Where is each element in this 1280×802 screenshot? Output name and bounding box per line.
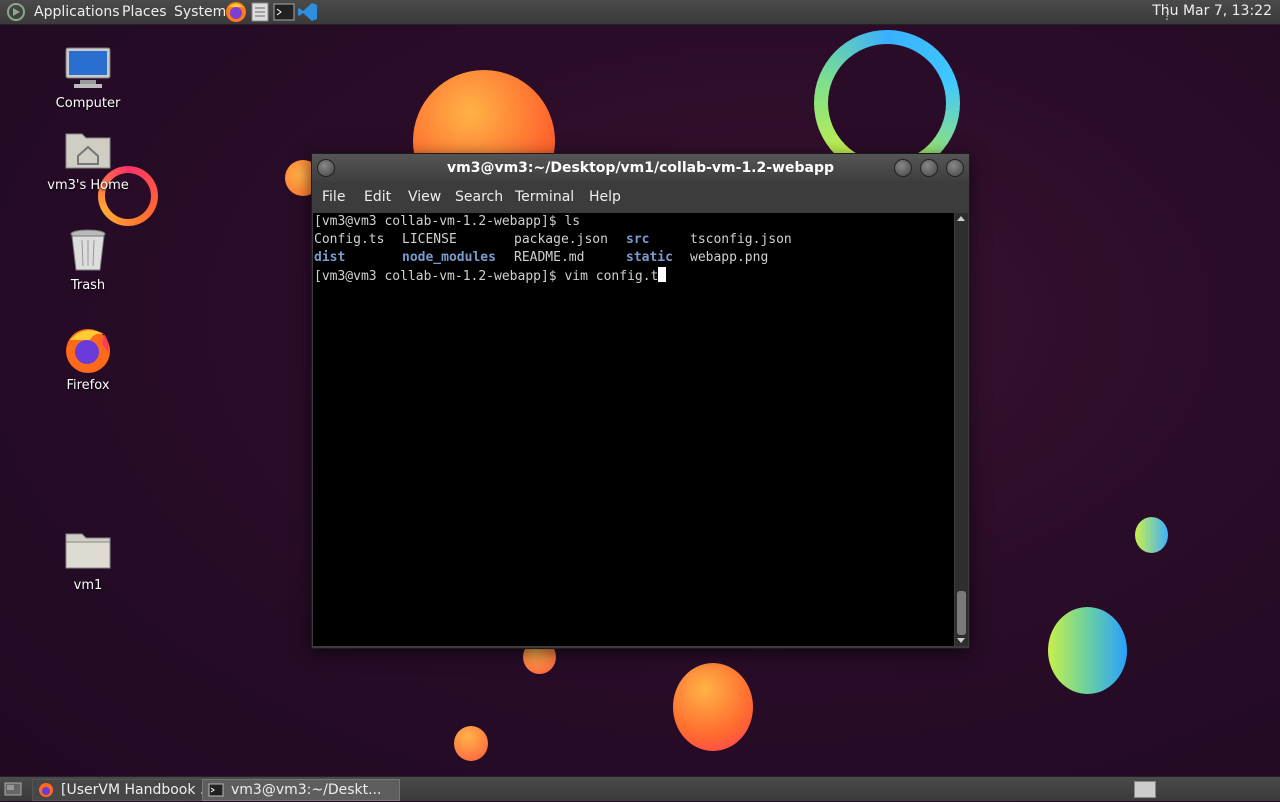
window-menu-button[interactable] — [317, 159, 335, 177]
taskbar-item-label: vm3@vm3:~/Deskt... — [231, 782, 382, 798]
distro-logo-icon[interactable] — [6, 2, 26, 22]
desktop-icon-label: vm1 — [73, 578, 103, 593]
wallpaper-orange-oval — [673, 663, 753, 751]
menu-view[interactable]: View — [408, 189, 441, 205]
desktop-icon-vm1[interactable]: vm1 — [38, 526, 138, 593]
desktop-icon-label: Firefox — [66, 378, 110, 393]
firefox-launcher-icon[interactable] — [225, 1, 247, 23]
trash-icon — [64, 226, 112, 274]
minimize-button[interactable] — [894, 159, 912, 177]
text-cursor — [658, 267, 667, 282]
terminal-scrollbar[interactable] — [955, 213, 968, 646]
window-title: vm3@vm3:~/Desktop/vm1/collab-vm-1.2-weba… — [447, 160, 834, 176]
ls-entry-file: README.md — [514, 250, 585, 265]
menu-terminal[interactable]: Terminal — [515, 189, 574, 205]
terminal-output[interactable]: [vm3@vm3 collab-vm-1.2-webapp]$ ls Confi… — [313, 213, 954, 646]
text-editor-launcher-icon[interactable] — [249, 1, 271, 23]
menu-search[interactable]: Search — [455, 189, 503, 205]
desktop-icon-label: Trash — [70, 278, 106, 293]
desktop-icon-label: vm3's Home — [47, 178, 129, 193]
wallpaper-green-blue-oval — [1048, 607, 1127, 694]
bottom-panel: [UserVM Handbook ... vm3@vm3:~/Deskt... — [0, 776, 1280, 801]
window-titlebar[interactable]: vm3@vm3:~/Desktop/vm1/collab-vm-1.2-weba… — [312, 154, 969, 182]
ls-entry-directory: src — [626, 232, 650, 247]
taskbar-item-firefox[interactable]: [UserVM Handbook ... — [32, 779, 230, 801]
terminal-command: [vm3@vm3 collab-vm-1.2-webapp]$ vim conf… — [314, 269, 659, 284]
ls-entry-file: Config.ts — [314, 232, 385, 247]
vscode-launcher-icon[interactable] — [297, 1, 319, 23]
firefox-icon — [38, 782, 54, 798]
desktop-icon-trash[interactable]: Trash — [38, 226, 138, 293]
menu-help[interactable]: Help — [589, 189, 621, 205]
desktop-icon-firefox[interactable]: Firefox — [38, 326, 138, 393]
wallpaper-green-blue-dot — [1135, 517, 1168, 553]
ls-entry-file: webapp.png — [690, 250, 769, 265]
system-menu[interactable]: System — [174, 3, 226, 21]
top-panel: Applications Places System Thu Mar 7, 13… — [0, 0, 1280, 25]
clock[interactable]: Thu Mar 7, 13:22 — [1152, 3, 1272, 19]
applications-menu[interactable]: Applications — [34, 3, 120, 21]
folder-icon — [64, 526, 112, 574]
terminal-window[interactable]: vm3@vm3:~/Desktop/vm1/collab-vm-1.2-weba… — [311, 153, 970, 649]
taskbar-item-terminal[interactable]: vm3@vm3:~/Deskt... — [202, 779, 400, 801]
maximize-button[interactable] — [920, 159, 938, 177]
firefox-icon — [64, 326, 112, 374]
ls-output-row: dist node_modules README.md static webap… — [314, 249, 934, 267]
workspace-switcher[interactable] — [1134, 781, 1156, 798]
terminal-icon — [208, 782, 224, 798]
scroll-thumb[interactable] — [957, 591, 966, 635]
terminal-line: [vm3@vm3 collab-vm-1.2-webapp]$ ls — [314, 214, 581, 229]
desktop-icon-label: Computer — [55, 96, 121, 111]
home-folder-icon — [64, 126, 112, 174]
scroll-up-icon[interactable] — [957, 216, 965, 221]
ls-entry-file: tsconfig.json — [690, 232, 792, 247]
taskbar-item-label: [UserVM Handbook ... — [61, 782, 214, 798]
terminal-launcher-icon[interactable] — [273, 1, 295, 23]
close-button[interactable] — [946, 159, 964, 177]
menu-file[interactable]: File — [322, 189, 345, 205]
ls-entry-file: package.json — [514, 232, 608, 247]
computer-icon — [64, 44, 112, 92]
places-menu[interactable]: Places — [122, 3, 167, 21]
menu-edit[interactable]: Edit — [364, 189, 391, 205]
desktop-icon-computer[interactable]: Computer — [38, 44, 138, 111]
ls-entry-directory: node_modules — [402, 250, 496, 265]
desktop-icon-home[interactable]: vm3's Home — [38, 126, 138, 193]
terminal-prompt-line: [vm3@vm3 collab-vm-1.2-webapp]$ vim conf… — [314, 267, 667, 285]
terminal-menubar: File Edit View Search Terminal Help — [312, 184, 969, 212]
scroll-down-icon[interactable] — [957, 638, 965, 643]
ls-entry-directory: dist — [314, 250, 346, 265]
ls-entry-directory: static — [626, 250, 673, 265]
ls-entry-file: LICENSE — [402, 232, 457, 247]
wallpaper-small-orange-bottom-2 — [454, 726, 488, 761]
show-desktop-icon[interactable] — [4, 780, 22, 798]
ls-output-row: Config.ts LICENSE package.json src tscon… — [314, 231, 934, 249]
